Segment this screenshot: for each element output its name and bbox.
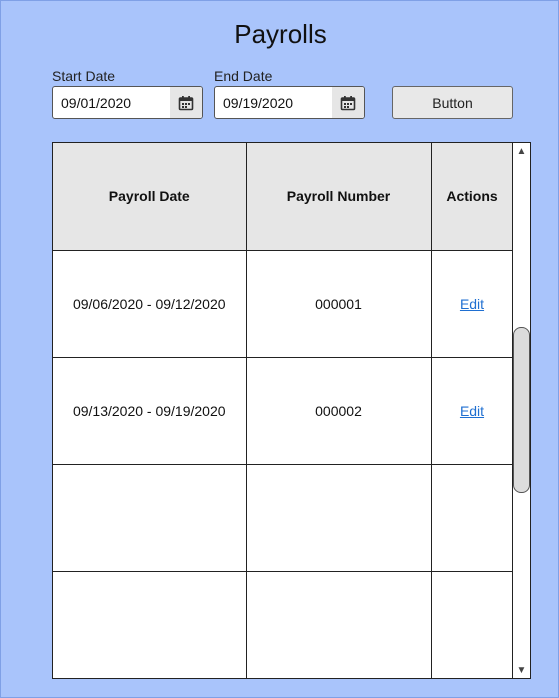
table-row [53, 463, 514, 572]
start-date-value[interactable]: 09/01/2020 [53, 95, 170, 111]
payroll-date-cell [53, 463, 247, 572]
end-date-label: End Date [214, 68, 273, 84]
start-date-field[interactable]: 09/01/2020 [52, 86, 203, 119]
table-header-row: Payroll Date Payroll Number Actions [53, 143, 514, 251]
payroll-table: Payroll Date Payroll Number Actions 09/0… [52, 142, 531, 679]
actions-cell: Edit [430, 249, 514, 358]
calendar-icon[interactable] [170, 87, 202, 118]
submit-button[interactable]: Button [392, 86, 513, 119]
table-row [53, 570, 514, 679]
triangle-down-icon[interactable]: ▼ [513, 662, 530, 678]
actions-cell [430, 463, 514, 572]
payroll-date-cell: 09/06/2020 - 09/12/2020 [53, 249, 247, 358]
payroll-number-cell [245, 570, 432, 679]
edit-link[interactable]: Edit [460, 403, 484, 419]
payrolls-panel: Payrolls Start Date 09/01/2020 End Date … [0, 0, 559, 698]
column-header-payroll-number: Payroll Number [245, 143, 432, 251]
table-scrollbar[interactable]: ▲ ▼ [512, 143, 530, 678]
column-header-payroll-date: Payroll Date [53, 143, 247, 251]
payroll-date-cell: 09/13/2020 - 09/19/2020 [53, 356, 247, 465]
payroll-date-cell [53, 570, 247, 679]
payroll-number-cell: 000001 [245, 249, 432, 358]
scrollbar-thumb[interactable] [513, 327, 530, 493]
payroll-number-cell [245, 463, 432, 572]
table-row: 09/06/2020 - 09/12/2020 000001 Edit [53, 249, 514, 358]
calendar-icon[interactable] [332, 87, 364, 118]
table-row: 09/13/2020 - 09/19/2020 000002 Edit [53, 356, 514, 465]
page-title: Payrolls [234, 19, 327, 49]
actions-cell [430, 570, 514, 679]
triangle-up-icon[interactable]: ▲ [513, 143, 530, 159]
start-date-label: Start Date [52, 68, 116, 84]
column-header-actions: Actions [430, 143, 514, 251]
edit-link[interactable]: Edit [460, 296, 484, 312]
actions-cell: Edit [430, 356, 514, 465]
payroll-number-cell: 000002 [245, 356, 432, 465]
end-date-field[interactable]: 09/19/2020 [214, 86, 365, 119]
end-date-value[interactable]: 09/19/2020 [215, 95, 332, 111]
